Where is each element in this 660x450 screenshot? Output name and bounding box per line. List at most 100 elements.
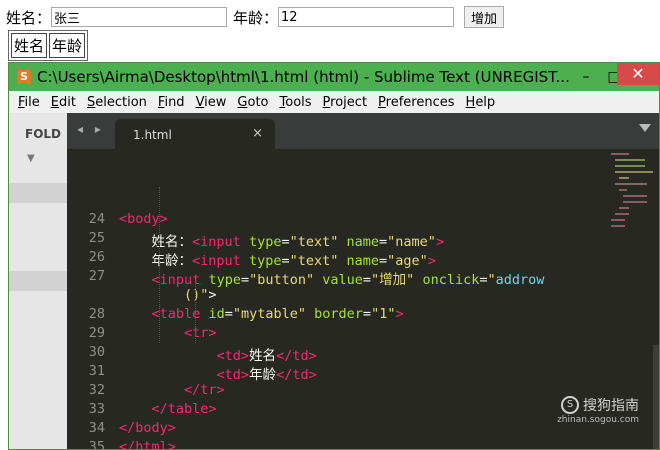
- code-line: ()">: [119, 287, 217, 303]
- watermark-url: zhinan.sogou.com: [557, 415, 639, 425]
- code-token: 年龄: [249, 367, 277, 383]
- code-token: "name": [387, 234, 436, 250]
- code-token: border: [314, 306, 363, 322]
- code-token: body: [127, 211, 160, 227]
- code-token: 姓名: [249, 348, 277, 364]
- code-token: </td>: [276, 348, 317, 364]
- code-token: >: [395, 306, 404, 322]
- menu-view[interactable]: View: [196, 95, 227, 110]
- code-line: 年龄：<input type="text" name="age">: [119, 249, 436, 269]
- code-token: =: [379, 234, 388, 250]
- code-line: <table id="mytable" border="1">: [119, 306, 404, 322]
- tab-bar: ◂ ▸ 1.html ×: [67, 113, 659, 149]
- code-token: </td>: [276, 367, 317, 383]
- sogou-logo-icon: S: [561, 396, 579, 414]
- sidebar-item[interactable]: [9, 183, 67, 203]
- line-number: 30: [88, 344, 105, 360]
- folders-label: FOLD: [25, 127, 62, 141]
- vertical-scrollbar[interactable]: [653, 345, 659, 449]
- close-button[interactable]: ✕: [617, 63, 659, 85]
- menu-edit[interactable]: Edit: [51, 95, 76, 110]
- chevron-down-icon[interactable]: ▼: [27, 153, 35, 164]
- code-line: <tr>: [119, 325, 217, 341]
- code-token: >: [427, 253, 436, 269]
- menu-goto[interactable]: Goto: [237, 95, 268, 110]
- line-number: 34: [88, 420, 105, 436]
- code-line: </table>: [119, 401, 217, 417]
- add-button[interactable]: 增加: [464, 6, 505, 28]
- code-token: "text": [289, 253, 339, 269]
- menu-selection[interactable]: Selection: [87, 95, 147, 110]
- minimize-button[interactable]: –: [572, 69, 600, 85]
- menu-tools[interactable]: Tools: [280, 95, 312, 110]
- menu-preferences[interactable]: Preferences: [378, 95, 454, 110]
- code-editor[interactable]: 24 25 26 27 28 29 30 31 32 33 34 35 <body> 姓名：<inpu…: [67, 149, 659, 450]
- code-token: =: [479, 272, 488, 288]
- menu-file[interactable]: File: [18, 95, 40, 110]
- sidebar-item[interactable]: [9, 271, 67, 291]
- code-token: ()": [184, 287, 209, 303]
- tab-close-icon[interactable]: ×: [252, 126, 263, 141]
- table-cell-name: 姓名: [11, 33, 48, 58]
- line-number: 35: [88, 439, 105, 450]
- name-label: 姓名：: [6, 8, 52, 27]
- tab-dropdown-icon[interactable]: [639, 124, 651, 132]
- age-input[interactable]: [278, 7, 455, 27]
- name-input[interactable]: [51, 7, 228, 27]
- code-token: "增加": [371, 272, 415, 288]
- folder-sidebar[interactable]: FOLD ▼: [9, 113, 67, 449]
- code-token: <input: [192, 253, 241, 269]
- menu-bar: File Edit Selection Find View Goto Tools…: [9, 91, 659, 113]
- code-token: =: [240, 272, 250, 288]
- menu-project[interactable]: Project: [323, 95, 368, 110]
- tab-nav-arrows-icon[interactable]: ◂ ▸: [77, 122, 105, 136]
- menu-help[interactable]: Help: [466, 95, 496, 110]
- code-token: <td>: [216, 367, 250, 383]
- code-token: id: [208, 306, 225, 322]
- title-bar[interactable]: S C:\Users\Airma\Desktop\html\1.html (ht…: [9, 63, 659, 91]
- my-table: 姓名 年龄: [8, 30, 89, 61]
- code-token: =: [281, 234, 290, 250]
- sublime-window: S C:\Users\Airma\Desktop\html\1.html (ht…: [8, 62, 660, 450]
- tab-1-html[interactable]: 1.html ×: [115, 119, 275, 149]
- sublime-logo-icon: S: [17, 70, 31, 84]
- code-token: type: [248, 234, 282, 250]
- table-row: 姓名 年龄: [11, 33, 86, 58]
- code-line: </tr>: [119, 382, 225, 398]
- code-line: <input type="button" value="增加" onclick=…: [119, 268, 545, 288]
- code-line: <td>年龄</td>: [119, 363, 317, 383]
- code-token: type: [248, 253, 282, 269]
- code-line: </body>: [119, 420, 176, 436]
- code-token: "1": [371, 306, 396, 322]
- code-line: 姓名：<input type="text" name="name">: [119, 230, 445, 250]
- code-token: </body>: [119, 420, 176, 436]
- code-token: onclick: [422, 272, 480, 288]
- code-token: </html>: [119, 439, 176, 450]
- tab-label: 1.html: [133, 128, 172, 142]
- minimap[interactable]: [611, 153, 653, 233]
- indent-guide: [159, 187, 160, 343]
- code-token: "text": [289, 234, 339, 250]
- code-token: "mytable": [232, 306, 306, 322]
- code-token: =: [224, 306, 233, 322]
- line-number: 28: [88, 306, 105, 322]
- age-label: 年龄：: [233, 8, 279, 27]
- indent-guide: [195, 281, 196, 343]
- line-number: 27: [88, 268, 105, 284]
- demo-form: 姓名： 年龄： 增加: [6, 6, 505, 28]
- code-token: </tr>: [184, 382, 225, 398]
- code-token: name: [346, 253, 380, 269]
- code-token: <: [119, 211, 128, 227]
- line-number: 31: [88, 363, 105, 379]
- menu-find[interactable]: Find: [158, 95, 185, 110]
